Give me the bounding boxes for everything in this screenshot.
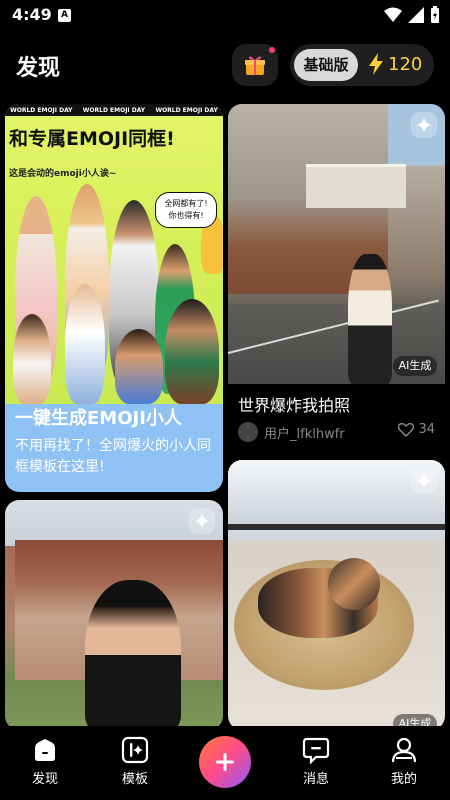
credits-value: 120: [388, 53, 423, 75]
like-count: 34: [418, 422, 435, 437]
sparkle-icon: [416, 117, 432, 133]
status-bar: 4:49 A: [0, 0, 450, 32]
emoji-promo-image: WORLD EMOJI DAY WORLD EMOJI DAY WORLD EM…: [5, 104, 223, 404]
template-icon: [121, 736, 149, 764]
strip-text: WORLD EMOJI DAY: [82, 106, 146, 114]
balcony: [306, 164, 406, 208]
heart-icon: [398, 422, 415, 437]
emoji-subheadline: 这是会动的emoji小人诶~: [9, 169, 117, 179]
plan-label[interactable]: 基础版: [294, 49, 358, 81]
ai-generated-tag: AI生成: [393, 356, 437, 376]
graduate-figure: [85, 580, 181, 726]
nav-label: 我的: [390, 772, 417, 787]
bubble-line: 全网都有了!: [164, 199, 208, 208]
like-button[interactable]: 34: [398, 422, 435, 437]
nav-item-profile[interactable]: 我的: [374, 736, 434, 787]
sparkle-icon: [194, 513, 210, 529]
gift-icon: [245, 56, 265, 75]
status-time: 4:49: [12, 5, 52, 24]
graduation-photo-card[interactable]: [5, 500, 223, 726]
emoji-headline: 和专属EMOJI同框!: [9, 128, 175, 150]
app-notification-icon: A: [58, 9, 71, 22]
nav-item-messages[interactable]: 消息: [286, 736, 346, 787]
message-icon: [302, 737, 330, 764]
page-title: 发现: [16, 56, 61, 81]
woman-figure: [348, 254, 392, 384]
street-photo-image: [228, 104, 445, 384]
nav-label: 消息: [302, 772, 329, 787]
cat-head: [328, 558, 380, 610]
create-button[interactable]: [199, 736, 251, 788]
strip-text: WORLD EMOJI DAY: [155, 106, 218, 114]
nav-label: 模板: [121, 772, 148, 787]
street-photo-card[interactable]: AI生成 世界爆炸我拍照 用户_lfklhwfr 34: [228, 104, 445, 448]
sparkle-button[interactable]: [411, 468, 437, 494]
gift-button[interactable]: [232, 44, 278, 86]
emoji-promo-card[interactable]: WORLD EMOJI DAY WORLD EMOJI DAY WORLD EM…: [5, 104, 223, 492]
signal-icon: [408, 7, 424, 23]
nav-item-discover[interactable]: 发现: [15, 736, 75, 787]
credits[interactable]: 120: [368, 53, 422, 75]
card-author[interactable]: 用户_lfklhwfr: [238, 422, 345, 442]
header: 发现 基础版 120: [0, 40, 450, 96]
plus-icon: [216, 753, 234, 771]
home-icon: [35, 739, 55, 761]
lightning-icon: [369, 53, 383, 75]
plan-credits-pill[interactable]: 基础版 120: [290, 44, 434, 86]
bubble-line: 你也得有!: [168, 211, 204, 220]
figure-center: [65, 284, 105, 404]
speech-bubble: 全网都有了! 你也得有!: [155, 192, 217, 228]
wifi-icon: [384, 7, 402, 22]
ai-generated-tag: AI生成: [393, 714, 437, 726]
avatar: [238, 422, 258, 442]
figure-girl-dark: [165, 299, 219, 404]
sparkle-button[interactable]: [189, 508, 215, 534]
world-emoji-day-strip: WORLD EMOJI DAY WORLD EMOJI DAY WORLD EM…: [5, 104, 223, 116]
bottom-nav: 发现 模板 消息 我的: [0, 726, 450, 800]
cat-photo-card[interactable]: AI生成: [228, 460, 445, 726]
sparkle-icon: [416, 473, 432, 489]
status-icons: [384, 6, 440, 24]
nav-item-templates[interactable]: 模板: [105, 736, 165, 787]
figure-blue-kid: [115, 329, 163, 404]
battery-icon: [431, 6, 439, 23]
strip-text: WORLD EMOJI DAY: [10, 106, 73, 114]
username: 用户_lfklhwfr: [264, 426, 345, 442]
figure-kid: [13, 314, 51, 404]
nav-label: 发现: [31, 772, 58, 787]
sparkle-button[interactable]: [411, 112, 437, 138]
graduation-photo-image: [5, 500, 223, 726]
card-caption: 世界爆炸我拍照: [238, 396, 351, 415]
feed[interactable]: WORLD EMOJI DAY WORLD EMOJI DAY WORLD EM…: [0, 104, 450, 726]
notification-dot: [269, 47, 275, 53]
profile-icon: [391, 737, 417, 763]
cat-photo-image: [228, 460, 445, 726]
card-description: 不用再找了！全网爆火的小人同框模板在这里!: [15, 438, 211, 475]
card-title: 一键生成EMOJI小人: [15, 408, 182, 429]
